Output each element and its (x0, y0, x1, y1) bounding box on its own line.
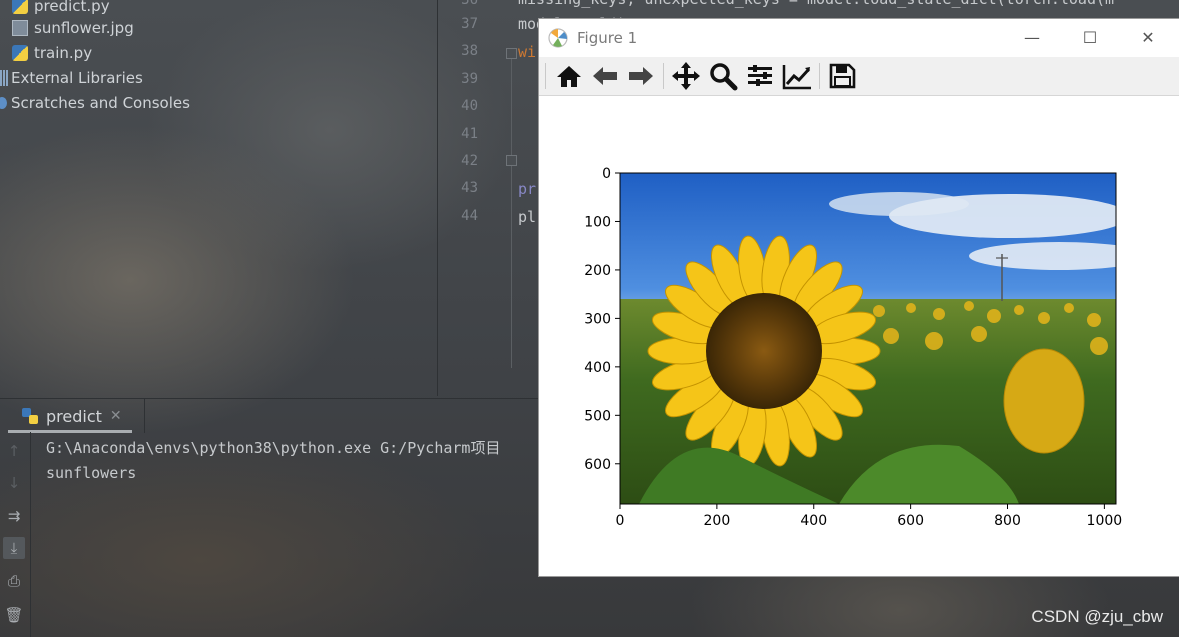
toolbar-separator (663, 63, 664, 89)
y-tick-label: 100 (584, 214, 611, 230)
x-tick-label: 800 (994, 513, 1021, 529)
library-icon (0, 70, 8, 86)
line-number: 44 (461, 208, 478, 224)
pan-icon[interactable] (670, 61, 702, 91)
run-tab-bar: predict ✕ (0, 398, 540, 433)
line-number: 37 (461, 16, 478, 32)
x-tick-label: 200 (704, 513, 731, 529)
x-tick-label: 1000 (1087, 513, 1123, 529)
python-file-icon (12, 0, 28, 14)
code-line[interactable]: pl (518, 208, 536, 226)
line-number: 39 (461, 71, 478, 87)
run-tab-predict[interactable]: predict ✕ (0, 399, 145, 433)
tree-item-scratches[interactable]: Scratches and Consoles (0, 92, 190, 114)
toolbar-separator (819, 63, 820, 89)
minimize-button[interactable]: — (1009, 19, 1055, 57)
code-line[interactable]: pr (518, 180, 536, 198)
figure-titlebar[interactable]: Figure 1 — ☐ ✕ (539, 19, 1179, 57)
code-line[interactable]: wi (518, 43, 536, 61)
configure-subplots-icon[interactable] (744, 61, 776, 91)
line-number: 36 (461, 0, 478, 8)
trash-icon[interactable]: 🗑 (3, 604, 25, 626)
y-tick-label: 600 (584, 457, 611, 473)
forward-arrow-icon[interactable] (625, 61, 657, 91)
line-number: 43 (461, 180, 478, 196)
figure-toolbar (539, 57, 1179, 96)
matplotlib-icon (548, 28, 568, 48)
tree-item-label: sunflower.jpg (34, 19, 134, 37)
sunflower-image (620, 173, 1116, 504)
line-number: 42 (461, 153, 478, 169)
figure-window: Figure 1 — ☐ ✕ 0 200 400 600 800 1000 0 … (539, 19, 1179, 576)
tree-item-external-libraries[interactable]: External Libraries (0, 67, 143, 89)
fold-guide (511, 50, 512, 368)
maximize-button[interactable]: ☐ (1067, 19, 1113, 57)
x-tick-label: 0 (616, 513, 625, 529)
plot-canvas[interactable]: 0 200 400 600 800 1000 0 100 200 300 400 500 600 (539, 96, 1179, 576)
run-tab-label: predict (46, 406, 102, 426)
save-icon[interactable] (826, 61, 858, 91)
y-tick-label: 200 (584, 263, 611, 279)
fold-marker-icon[interactable] (506, 48, 517, 59)
line-number: 38 (461, 43, 478, 59)
edit-axes-icon[interactable] (781, 61, 813, 91)
project-tree: predict.py sunflower.jpg train.py Extern… (0, 0, 436, 396)
y-tick-label: 0 (602, 166, 611, 182)
image-file-icon (12, 20, 28, 36)
x-axis: 0 200 400 600 800 1000 (616, 504, 1123, 529)
soft-wrap-icon[interactable]: ⇉ (3, 505, 25, 527)
y-axis: 0 100 200 300 400 500 600 (584, 166, 620, 473)
zoom-icon[interactable] (707, 61, 739, 91)
tree-item-predict[interactable]: predict.py (12, 0, 110, 17)
x-tick-label: 400 (800, 513, 827, 529)
line-number: 41 (461, 126, 478, 142)
python-run-icon (22, 408, 38, 424)
back-arrow-icon[interactable] (589, 61, 621, 91)
tree-item-train[interactable]: train.py (12, 42, 92, 64)
close-tab-icon[interactable]: ✕ (110, 408, 122, 424)
y-tick-label: 300 (584, 311, 611, 327)
console-line: sunflowers (46, 464, 137, 482)
line-number: 40 (461, 98, 478, 114)
tree-item-label: External Libraries (11, 69, 143, 87)
scroll-to-end-icon[interactable]: ⤓ (3, 537, 25, 559)
arrow-up-icon[interactable]: ↑ (3, 440, 25, 462)
code-line[interactable]: missing_keys, unexpected_keys = model.lo… (518, 0, 1114, 8)
x-tick-label: 600 (897, 513, 924, 529)
tree-item-label: train.py (34, 44, 93, 62)
print-icon[interactable]: ⎙ (3, 570, 25, 592)
watermark-text: CSDN @zju_cbw (1031, 607, 1163, 626)
tree-item-label: Scratches and Consoles (11, 94, 190, 112)
scratches-icon (0, 97, 7, 109)
tree-item-sunflower[interactable]: sunflower.jpg (12, 17, 134, 39)
run-side-toolbar: ↑ ↓ ⇉ ⤓ ⎙ 🗑 (0, 432, 31, 637)
close-button[interactable]: ✕ (1125, 19, 1171, 57)
y-tick-label: 400 (584, 360, 611, 376)
toolbar-separator (545, 63, 546, 89)
console-line: G:\Anaconda\envs\python38\python.exe G:/… (46, 439, 501, 457)
figure-title: Figure 1 (577, 29, 638, 47)
fold-marker-icon[interactable] (506, 155, 517, 166)
tree-item-label: predict.py (34, 0, 110, 15)
python-file-icon (12, 45, 28, 61)
y-tick-label: 500 (584, 408, 611, 424)
home-icon[interactable] (553, 61, 585, 91)
image-axes[interactable]: 0 200 400 600 800 1000 0 100 200 300 400 500 600 (539, 96, 1179, 576)
arrow-down-icon[interactable]: ↓ (3, 472, 25, 494)
